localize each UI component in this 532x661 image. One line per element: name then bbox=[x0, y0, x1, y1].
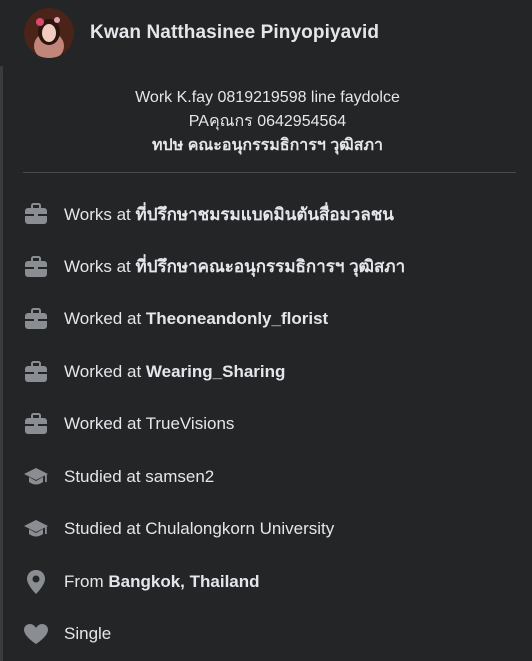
briefcase-icon bbox=[23, 359, 49, 385]
detail-prefix: Worked at bbox=[64, 361, 146, 381]
detail-item-work[interactable]: Worked at Theoneandonly_florist bbox=[23, 293, 523, 346]
intro-card: Work K.fay 0819219598 line faydolce PAคุ… bbox=[3, 66, 532, 661]
detail-value[interactable]: ที่ปรึกษาชมรมแบดมินตันสื่อมวลชน bbox=[135, 205, 393, 224]
bio-line-2: PAคุณกร 0642954564 bbox=[188, 113, 347, 130]
detail-prefix: From bbox=[64, 571, 109, 591]
detail-item-education[interactable]: Studied at Chulalongkorn University bbox=[23, 503, 523, 556]
detail-prefix: Single bbox=[64, 624, 112, 644]
divider bbox=[23, 172, 516, 173]
detail-value[interactable]: Wearing_Sharing bbox=[146, 362, 286, 381]
detail-value[interactable]: ที่ปรึกษาคณะอนุกรรมธิการฯ วุฒิสภา bbox=[135, 257, 405, 276]
bio: Work K.fay 0819219598 line faydolce PAคุ… bbox=[3, 86, 532, 158]
details-list: Works at ที่ปรึกษาชมรมแบดมินตันสื่อมวลชน… bbox=[23, 188, 523, 661]
avatar[interactable] bbox=[24, 8, 74, 58]
graduation-cap-icon bbox=[23, 516, 49, 542]
profile-header: Kwan Natthasinee Pinyopiyavid bbox=[0, 0, 532, 66]
detail-prefix: Worked at bbox=[64, 309, 146, 329]
location-pin-icon bbox=[23, 569, 49, 595]
detail-text: Works at ที่ปรึกษาชมรมแบดมินตันสื่อมวลชน bbox=[64, 201, 394, 228]
detail-item-hometown[interactable]: From Bangkok, Thailand bbox=[23, 556, 523, 609]
briefcase-icon bbox=[23, 201, 49, 227]
detail-prefix: Works at bbox=[64, 257, 136, 277]
detail-item-relationship[interactable]: Single bbox=[23, 608, 523, 661]
detail-text: Single bbox=[64, 624, 111, 644]
detail-prefix: Worked at TrueVisions bbox=[64, 414, 235, 434]
bio-line-3: ทปษ คณะอนุกรรมธิการฯ วุฒิสภา bbox=[152, 137, 383, 154]
briefcase-icon bbox=[23, 411, 49, 437]
briefcase-icon bbox=[23, 306, 49, 332]
detail-text: Works at ที่ปรึกษาคณะอนุกรรมธิการฯ วุฒิส… bbox=[64, 253, 405, 280]
detail-item-work[interactable]: Worked at TrueVisions bbox=[23, 398, 523, 451]
detail-item-work[interactable]: Worked at Wearing_Sharing bbox=[23, 346, 523, 399]
detail-item-work[interactable]: Works at ที่ปรึกษาชมรมแบดมินตันสื่อมวลชน bbox=[23, 188, 523, 241]
detail-item-work[interactable]: Works at ที่ปรึกษาคณะอนุกรรมธิการฯ วุฒิส… bbox=[23, 241, 523, 294]
detail-value[interactable]: Bangkok, Thailand bbox=[108, 572, 259, 591]
detail-text: Studied at samsen2 bbox=[64, 467, 214, 487]
detail-text: Studied at Chulalongkorn University bbox=[64, 519, 334, 539]
detail-item-education[interactable]: Studied at samsen2 bbox=[23, 451, 523, 504]
briefcase-icon bbox=[23, 254, 49, 280]
detail-prefix: Studied at Chulalongkorn University bbox=[64, 519, 335, 539]
detail-text: Worked at TrueVisions bbox=[64, 414, 234, 434]
detail-value[interactable]: Theoneandonly_florist bbox=[146, 309, 328, 328]
detail-text: Worked at Wearing_Sharing bbox=[64, 362, 285, 382]
detail-prefix: Studied at samsen2 bbox=[64, 466, 215, 486]
detail-text: From Bangkok, Thailand bbox=[64, 572, 260, 592]
detail-prefix: Works at bbox=[64, 204, 136, 224]
graduation-cap-icon bbox=[23, 464, 49, 490]
bio-line-1: Work K.fay 0819219598 line faydolce bbox=[135, 89, 400, 106]
detail-text: Worked at Theoneandonly_florist bbox=[64, 309, 328, 329]
heart-icon bbox=[23, 621, 49, 647]
profile-name[interactable]: Kwan Natthasinee Pinyopiyavid bbox=[90, 22, 379, 44]
